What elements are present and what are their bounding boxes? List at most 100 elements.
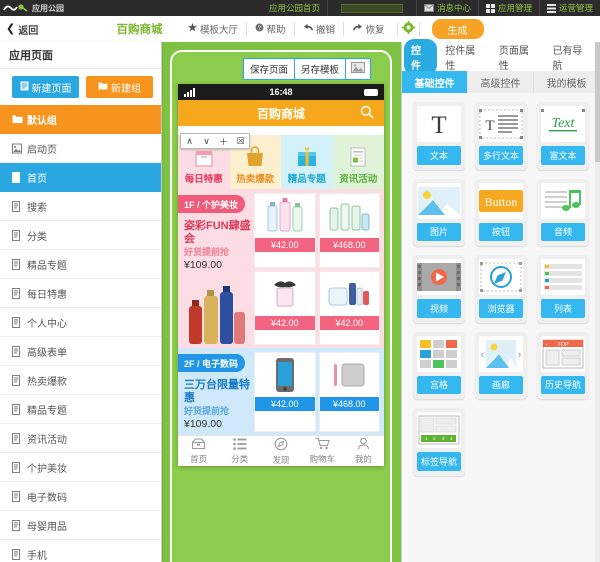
sidebar-item-13[interactable]: 电子数码: [0, 482, 161, 511]
widget-8[interactable]: 列表: [537, 255, 589, 323]
panel-tabs[interactable]: 控件 控件属性 页面属性 已有导航: [402, 38, 600, 75]
widget-label: 视频: [417, 299, 461, 318]
phone-tabbar[interactable]: 首页 分类 发现 购物车 我的: [178, 435, 384, 466]
gear-icon[interactable]: [401, 21, 415, 37]
phone-tab-1[interactable]: 分类: [219, 436, 260, 466]
product-price: ¥42.00: [255, 238, 315, 252]
widget-label: 音频: [541, 222, 585, 241]
widget-palette[interactable]: T 文本 T 多行文本 Text 富文本 图片 Button 按钮 音频 视频 浏览器…: [402, 93, 600, 562]
save-as-template-button[interactable]: 另存模板: [294, 59, 346, 79]
search-input[interactable]: [340, 3, 403, 13]
page-icon: [12, 200, 22, 212]
product-card[interactable]: ¥42.00: [318, 270, 380, 345]
sidebar-item-3[interactable]: 搜索: [0, 192, 161, 221]
save-page-button[interactable]: 保存页面: [243, 59, 295, 79]
product-card[interactable]: ¥42.00: [254, 270, 316, 345]
widget-1[interactable]: T 多行文本: [475, 102, 527, 170]
widget-4[interactable]: Button 按钮: [475, 178, 527, 246]
sidebar-item-11[interactable]: 资讯活动: [0, 424, 161, 453]
panel-subtabs[interactable]: 基础控件 高级控件 我的模板: [402, 71, 600, 93]
panel-subtab-0[interactable]: 基础控件: [402, 71, 468, 93]
sidebar-item-10[interactable]: 精品专题: [0, 395, 161, 424]
topbar-item-home[interactable]: 应用公园首页: [262, 0, 327, 16]
topbar-item-app-management[interactable]: 应用管理: [477, 0, 539, 16]
product-card[interactable]: ¥468.00: [318, 193, 380, 268]
toolbar-divider-2: [418, 22, 420, 36]
phone-floors: 1F / 个护美妆 姿彩FUN肆盛会 好货提前抢 ¥109.00 ¥42.00 …: [178, 189, 384, 466]
sidebar-item-6[interactable]: 每日特惠: [0, 279, 161, 308]
undo-button[interactable]: 撤销: [295, 22, 345, 36]
sidebar-item-2[interactable]: 首页: [0, 163, 161, 192]
sidebar-item-4[interactable]: 分类: [0, 221, 161, 250]
panel-subtab-2[interactable]: 我的模板: [534, 71, 600, 93]
widget-12[interactable]: 1234 标签导航: [413, 408, 465, 476]
panel-scrollbar-thumb[interactable]: [595, 42, 600, 162]
phone-preview[interactable]: 16:48 百购商城 ∧ ∨ ＋ ☒ 每日特惠 热卖爆款 精品专题 资讯活动 1…: [178, 84, 384, 466]
search-icon[interactable]: [360, 105, 374, 122]
new-page-button[interactable]: 新建页面: [12, 76, 79, 98]
floor-tag: 1F / 个护美妆: [178, 195, 246, 213]
widget-7[interactable]: 浏览器: [475, 255, 527, 323]
phone-tab-0[interactable]: 首页: [178, 436, 219, 466]
panel-tab-3[interactable]: 已有导航: [545, 39, 598, 75]
trash-icon[interactable]: ☒: [232, 134, 249, 148]
sidebar-item-7[interactable]: 个人中心: [0, 308, 161, 337]
widget-0[interactable]: T 文本: [413, 102, 465, 170]
sidebar-item-5[interactable]: 精品专题: [0, 250, 161, 279]
redo-button[interactable]: 恢复: [344, 22, 393, 36]
phone-nav-grid[interactable]: ∧ ∨ ＋ ☒ 每日特惠 热卖爆款 精品专题 资讯活动: [178, 133, 384, 189]
widget-2[interactable]: Text 富文本: [537, 102, 589, 170]
sidebar-item-15[interactable]: 手机: [0, 540, 161, 562]
element-toolbar[interactable]: ∧ ∨ ＋ ☒: [180, 133, 250, 149]
sidebar-item-9[interactable]: 热卖爆款: [0, 366, 161, 395]
phone-nav-cell-2[interactable]: 精品专题: [281, 135, 333, 189]
sidebar-item-label: 分类: [27, 231, 47, 243]
panel-scrollbar[interactable]: [595, 42, 600, 562]
phone-nav-cell-3[interactable]: 资讯活动: [332, 135, 384, 189]
topbar-item-messages[interactable]: 消息中心: [415, 0, 478, 16]
panel-tab-2[interactable]: 页面属性: [492, 39, 545, 75]
template-hall-button[interactable]: 模板大厅: [180, 22, 247, 36]
phone-floor-0[interactable]: 1F / 个护美妆 姿彩FUN肆盛会 好货提前抢 ¥109.00 ¥42.00 …: [178, 189, 384, 348]
product-card[interactable]: ¥42.00: [254, 193, 316, 268]
generate-button[interactable]: 生成: [431, 19, 484, 39]
back-button[interactable]: ❮ 返回: [0, 22, 38, 37]
chevron-down-icon[interactable]: ∨: [198, 134, 215, 148]
widget-11[interactable]: TOP ‹ 历史导航: [537, 331, 589, 399]
undo-icon: [303, 23, 314, 35]
floor-banner[interactable]: 1F / 个护美妆 姿彩FUN肆盛会 好货提前抢 ¥109.00: [178, 189, 254, 348]
sidebar-item-0[interactable]: 默认组: [0, 105, 161, 134]
new-group-button[interactable]: 新建组: [86, 76, 153, 98]
widget-10[interactable]: ‹ › 画廊: [475, 331, 527, 399]
design-canvas[interactable]: 保存页面 另存模板 16:48 百购商城 ∧ ∨ ＋ ☒ 每日特惠 热卖爆款 精…: [162, 42, 401, 562]
product-card[interactable]: ¥42.00: [254, 352, 316, 432]
pages-list[interactable]: 默认组 启动页 首页 搜索 分类 精品专题 每日特惠 个人中心 高级表单 热卖爆…: [0, 105, 161, 562]
phone-tab-3[interactable]: 购物车: [302, 436, 343, 466]
phone-tab-2[interactable]: 发现: [260, 436, 301, 466]
plus-icon[interactable]: ＋: [215, 134, 232, 148]
sidebar-item-12[interactable]: 个护美妆: [0, 453, 161, 482]
svg-text:Button: Button: [485, 195, 518, 209]
panel-tab-1[interactable]: 控件属性: [438, 39, 491, 75]
chevron-up-icon[interactable]: ∧: [181, 134, 198, 148]
topbar-appmgmt-label: 应用管理: [497, 3, 532, 13]
sidebar-item-label: 精品专题: [27, 260, 67, 272]
widget-3[interactable]: 图片: [413, 178, 465, 246]
topbar-search[interactable]: [326, 0, 416, 16]
sidebar-item-1[interactable]: 启动页: [0, 134, 161, 163]
product-card[interactable]: ¥468.00: [318, 352, 380, 432]
preview-button[interactable]: [346, 59, 370, 79]
app-logo[interactable]: 应用公园: [0, 3, 118, 14]
help-button[interactable]: ? 帮助: [247, 22, 295, 36]
sidebar-item-8[interactable]: 高级表单: [0, 337, 161, 366]
sidebar-item-14[interactable]: 母婴用品: [0, 511, 161, 540]
widget-5[interactable]: 音频: [537, 178, 589, 246]
phone-tab-label: 分类: [231, 453, 249, 464]
question-icon: ?: [255, 23, 264, 35]
topbar-item-operations[interactable]: 运营管理: [538, 0, 600, 16]
widget-6[interactable]: 视频: [413, 255, 465, 323]
panel-subtab-1[interactable]: 高级控件: [468, 71, 534, 93]
panel-tab-0[interactable]: 控件: [404, 38, 438, 75]
widget-9[interactable]: 宫格: [413, 331, 465, 399]
phone-tab-4[interactable]: 我的: [343, 436, 384, 466]
